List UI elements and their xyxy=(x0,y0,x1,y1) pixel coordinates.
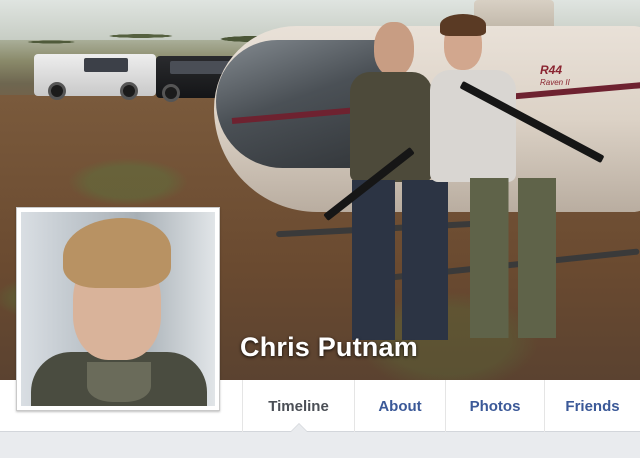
active-tab-caret xyxy=(291,424,307,432)
tab-photos[interactable]: Photos xyxy=(445,380,544,432)
tab-friends[interactable]: Friends xyxy=(544,380,640,432)
tab-about[interactable]: About xyxy=(354,380,445,432)
profile-name[interactable]: Chris Putnam xyxy=(240,332,418,363)
profile-picture[interactable] xyxy=(16,207,220,411)
profile-photo xyxy=(21,212,215,406)
helicopter-marking: R44 xyxy=(540,63,563,77)
white-truck xyxy=(34,54,156,100)
helicopter-marking-sub: Raven II xyxy=(540,78,570,87)
